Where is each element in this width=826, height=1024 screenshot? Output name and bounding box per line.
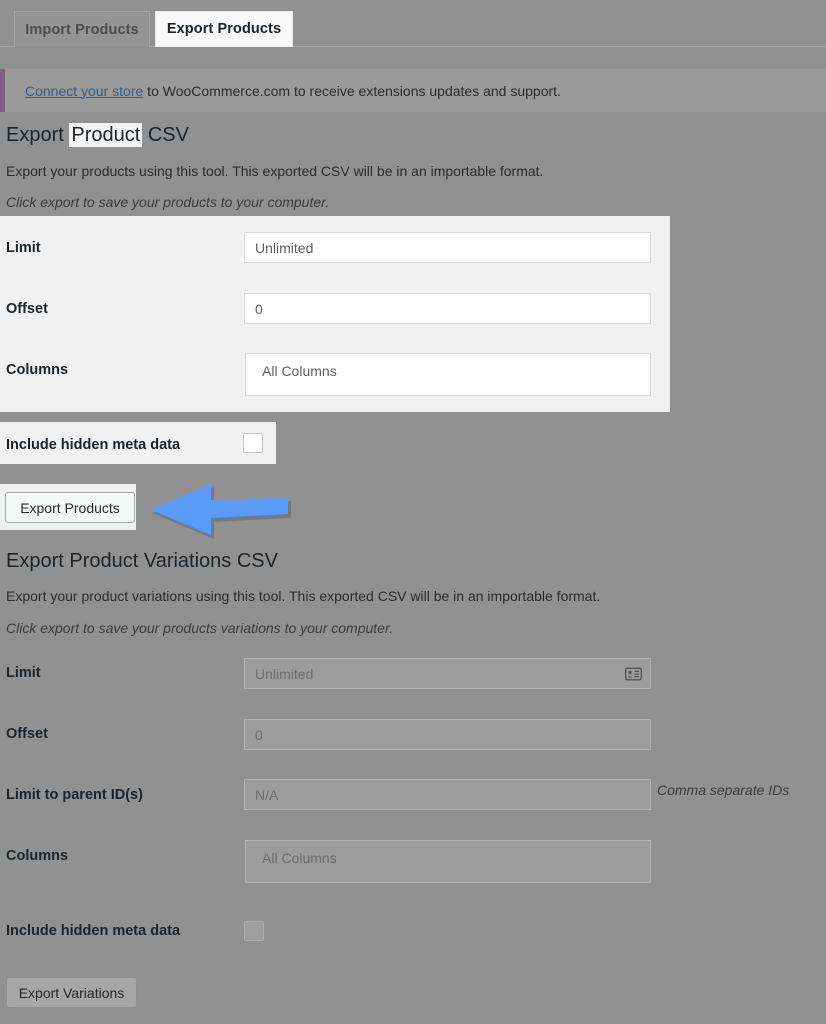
tab-bar: Import Products Export Products xyxy=(0,0,826,47)
variations-limit-value: Unlimited xyxy=(255,665,314,682)
variations-section-hint: Click export to save your products varia… xyxy=(6,620,393,636)
notice-text: Connect your store to WooCommerce.com to… xyxy=(25,83,561,99)
page-title-part-after: CSV xyxy=(142,124,189,146)
variations-parent-ids-hint: Comma separate IDs xyxy=(657,782,790,798)
product-offset-input[interactable]: 0 xyxy=(244,293,651,324)
variations-section-description: Export your product variations using thi… xyxy=(6,588,601,604)
export-products-button[interactable]: Export Products xyxy=(5,492,135,523)
page-title-part-before: Export xyxy=(6,124,70,146)
annotation-arrow-left-icon xyxy=(149,483,291,539)
product-section-description: Export your products using this tool. Th… xyxy=(6,163,544,179)
autofill-contact-card-icon[interactable] xyxy=(625,667,642,680)
page-title-export-product-csv: Export Product CSV xyxy=(6,123,189,147)
label-variations-limit: Limit xyxy=(6,665,41,681)
page-title-highlighted-word: Product xyxy=(69,123,143,147)
product-limit-input[interactable]: Unlimited xyxy=(244,232,651,263)
section-title-export-product-variations-csv: Export Product Variations CSV xyxy=(6,550,278,572)
connect-your-store-link[interactable]: Connect your store xyxy=(25,83,143,99)
variations-limit-input[interactable]: Unlimited xyxy=(244,658,651,689)
export-variations-button[interactable]: Export Variations xyxy=(6,977,137,1008)
product-include-hidden-meta-checkbox[interactable] xyxy=(243,433,263,453)
label-product-offset: Offset xyxy=(6,301,48,317)
product-columns-select[interactable]: All Columns xyxy=(245,353,651,396)
label-variations-offset: Offset xyxy=(6,726,48,742)
notice-rest-text: to WooCommerce.com to receive extensions… xyxy=(143,82,561,99)
label-variations-limit-to-parent-ids: Limit to parent ID(s) xyxy=(6,787,143,803)
variations-columns-select[interactable]: All Columns xyxy=(245,840,651,883)
label-product-columns: Columns xyxy=(6,362,69,378)
label-variations-include-hidden-meta: Include hidden meta data xyxy=(6,923,181,939)
export-products-page: Import Products Export Products Connect … xyxy=(0,0,826,1024)
variations-include-hidden-meta-checkbox[interactable] xyxy=(244,921,264,941)
variations-offset-input[interactable]: 0 xyxy=(244,719,651,750)
product-section-hint: Click export to save your products to yo… xyxy=(6,194,330,210)
label-product-include-hidden-meta: Include hidden meta data xyxy=(6,437,181,453)
label-product-limit: Limit xyxy=(6,240,41,256)
connect-store-notice: Connect your store to WooCommerce.com to… xyxy=(0,69,826,112)
variations-limit-to-parent-ids-input[interactable]: N/A xyxy=(244,779,651,810)
tab-import-products[interactable]: Import Products xyxy=(14,11,150,47)
tab-export-products[interactable]: Export Products xyxy=(155,11,293,47)
label-variations-columns: Columns xyxy=(6,848,69,864)
